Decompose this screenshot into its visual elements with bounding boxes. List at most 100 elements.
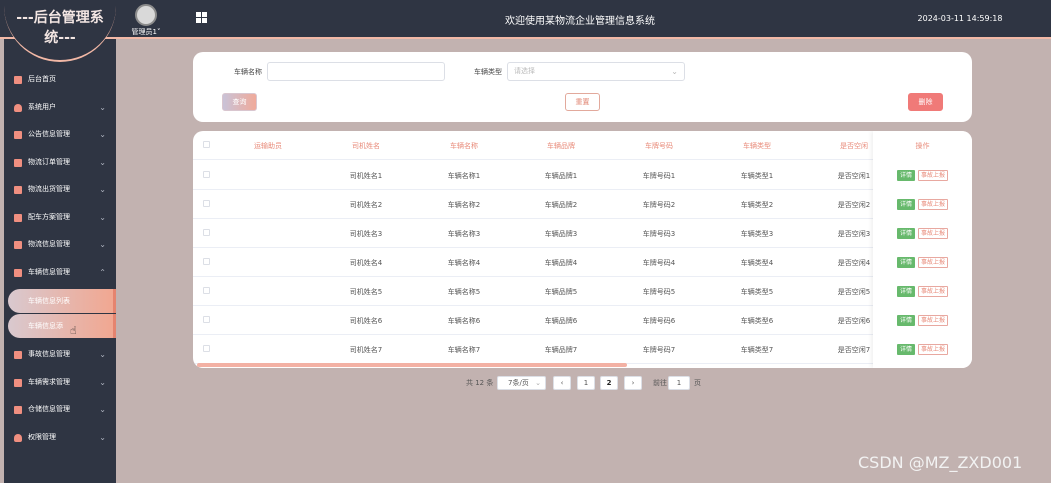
detail-button[interactable]: 详情: [897, 315, 916, 326]
sidebar-item-permissions[interactable]: 权限管理 ⌄: [4, 424, 116, 452]
accident-report-button[interactable]: 事故上报: [918, 170, 949, 181]
column-header[interactable]: 车辆类型: [732, 141, 782, 151]
delete-button[interactable]: 删除: [908, 93, 943, 111]
chevron-down-icon: ⌄: [535, 379, 541, 387]
table-row[interactable]: 司机姓名6 车辆名称6 车辆品牌6 车牌号码6 车辆类型6 是否空闲6: [193, 306, 972, 335]
sidebar-item-label: 公告信息管理: [28, 130, 70, 138]
page-2-button[interactable]: 2: [600, 376, 618, 390]
row-checkbox[interactable]: [203, 200, 210, 207]
accident-report-button[interactable]: 事故上报: [918, 315, 949, 326]
user-menu[interactable]: 管理员1˅: [126, 4, 166, 36]
sidebar-subitem-label: 车辆信息添: [28, 322, 63, 330]
row-checkbox[interactable]: [203, 345, 210, 352]
table-row[interactable]: 司机姓名5 车辆名称5 车辆品牌5 车牌号码5 车辆类型5 是否空闲5: [193, 277, 972, 306]
detail-button[interactable]: 详情: [897, 344, 916, 355]
sidebar-item-vehicle-demand[interactable]: 车辆需求管理 ⌄: [4, 369, 116, 397]
vehicle-type-select[interactable]: 请选择 ⌄: [507, 62, 685, 81]
table-cell: 司机姓名3: [349, 230, 383, 238]
page-size-select[interactable]: 7条/页 ⌄: [497, 376, 546, 390]
sidebar-item-label: 配车方案管理: [28, 212, 70, 221]
sidebar-item-dispatch-plans[interactable]: 配车方案管理 ⌄: [4, 204, 116, 232]
column-header[interactable]: 运输助员: [243, 141, 293, 151]
table-cell: 是否空闲6: [837, 317, 871, 325]
table-row[interactable]: 司机姓名7 车辆名称7 车辆品牌7 车牌号码7 车辆类型7 是否空闲7: [193, 335, 972, 364]
page-1-button[interactable]: 1: [577, 376, 595, 390]
sidebar-item-notices[interactable]: 公告信息管理 ⌄: [4, 121, 116, 149]
table-cell: 车辆品牌7: [544, 346, 578, 354]
sidebar-item-label: 事故信息管理: [28, 350, 70, 358]
goto-page-input[interactable]: 1: [668, 376, 690, 390]
accident-report-button[interactable]: 事故上报: [918, 228, 949, 239]
row-actions: 详情 事故上报: [897, 228, 949, 239]
search-button[interactable]: 查询: [222, 93, 257, 111]
chevron-up-icon: ⌃: [99, 267, 106, 277]
row-actions: 详情 事故上报: [897, 170, 949, 181]
sidebar-item-accidents[interactable]: 事故信息管理 ⌄: [4, 341, 116, 369]
column-header[interactable]: 车辆名称: [439, 141, 489, 151]
sidebar-item-warehouse[interactable]: 仓储信息管理 ⌄: [4, 396, 116, 424]
table-cell: 车辆类型3: [740, 230, 774, 238]
accident-report-button[interactable]: 事故上报: [918, 286, 949, 297]
chevron-down-icon: ⌄: [99, 350, 106, 359]
row-checkbox[interactable]: [203, 316, 210, 323]
table-cell: 是否空闲2: [837, 201, 871, 209]
select-all-checkbox[interactable]: [203, 141, 210, 148]
next-page-button[interactable]: ›: [624, 376, 642, 390]
row-checkbox[interactable]: [203, 171, 210, 178]
doc-icon: [14, 213, 22, 222]
table-row[interactable]: 司机姓名1 车辆名称1 车辆品牌1 车牌号码1 车辆类型1 是否空闲1: [193, 161, 972, 190]
column-header[interactable]: 车辆品牌: [536, 141, 586, 151]
sidebar-item-home[interactable]: 后台首页: [4, 66, 116, 94]
sidebar-subitem-vehicle-list[interactable]: 车辆信息列表: [8, 289, 116, 313]
grid-menu-icon[interactable]: [196, 12, 207, 23]
sidebar-item-logistics-info[interactable]: 物流信息管理 ⌄: [4, 231, 116, 259]
sidebar-item-orders[interactable]: 物流订单管理 ⌄: [4, 149, 116, 177]
chevron-down-icon: ⌄: [671, 67, 678, 76]
sidebar-item-system-users[interactable]: 系统用户 ⌄: [4, 94, 116, 122]
row-checkbox[interactable]: [203, 229, 210, 236]
reset-button[interactable]: 重置: [565, 93, 600, 111]
detail-button[interactable]: 详情: [897, 228, 916, 239]
table-row[interactable]: 司机姓名2 车辆名称2 车辆品牌2 车牌号码2 车辆类型2 是否空闲2: [193, 190, 972, 219]
row-checkbox[interactable]: [203, 287, 210, 294]
table-cell: 车辆品牌4: [544, 259, 578, 267]
monitor-icon: [14, 76, 22, 84]
table-cell: 司机姓名7: [349, 346, 383, 354]
accident-report-button[interactable]: 事故上报: [918, 344, 949, 355]
sidebar-item-label: 物流订单管理: [28, 157, 70, 166]
doc-icon: [14, 131, 22, 139]
sidebar-item-vehicle-info[interactable]: 车辆信息管理 ⌃: [4, 259, 116, 287]
column-header[interactable]: 车牌号码: [634, 141, 684, 151]
chevron-down-icon: ⌄: [99, 240, 106, 249]
table-cell: 司机姓名1: [349, 172, 383, 180]
page-size-value: 7条/页: [508, 379, 529, 387]
watermark: CSDN @MZ_ZXD001: [858, 453, 1023, 472]
sidebar-item-shipping[interactable]: 物流出货管理 ⌄: [4, 176, 116, 204]
vehicle-type-placeholder: 请选择: [514, 67, 535, 75]
chevron-down-icon: ⌄: [99, 130, 106, 139]
row-checkbox[interactable]: [203, 258, 210, 265]
table-cell: 车辆名称1: [447, 172, 481, 180]
table-row[interactable]: 司机姓名4 车辆名称4 车辆品牌4 车牌号码4 车辆类型4 是否空闲4: [193, 248, 972, 277]
detail-button[interactable]: 详情: [897, 286, 916, 297]
sidebar-item-label: 物流信息管理: [28, 240, 70, 248]
detail-button[interactable]: 详情: [897, 199, 916, 210]
detail-button[interactable]: 详情: [897, 170, 916, 181]
column-header[interactable]: 司机姓名: [341, 141, 391, 151]
detail-button[interactable]: 详情: [897, 257, 916, 268]
avatar[interactable]: [135, 4, 157, 26]
sidebar-subitem-vehicle-add[interactable]: 车辆信息添 ☝: [8, 314, 116, 338]
accident-report-button[interactable]: 事故上报: [918, 257, 949, 268]
table-cell: 车辆名称7: [447, 346, 481, 354]
table-cell: 车辆品牌6: [544, 317, 578, 325]
accident-report-button[interactable]: 事故上报: [918, 199, 949, 210]
horizontal-scrollbar[interactable]: [197, 363, 627, 367]
table-cell: 车辆类型4: [740, 259, 774, 267]
column-header[interactable]: 是否空闲: [829, 141, 879, 151]
table-cell: 车牌号码2: [642, 201, 676, 209]
prev-page-button[interactable]: ‹: [553, 376, 571, 390]
user-name[interactable]: 管理员1˅: [126, 27, 166, 37]
vehicle-name-input[interactable]: [267, 62, 445, 81]
sidebar-item-label: 仓储信息管理: [28, 405, 70, 413]
table-row[interactable]: 司机姓名3 车辆名称3 车辆品牌3 车牌号码3 车辆类型3 是否空闲3: [193, 219, 972, 248]
